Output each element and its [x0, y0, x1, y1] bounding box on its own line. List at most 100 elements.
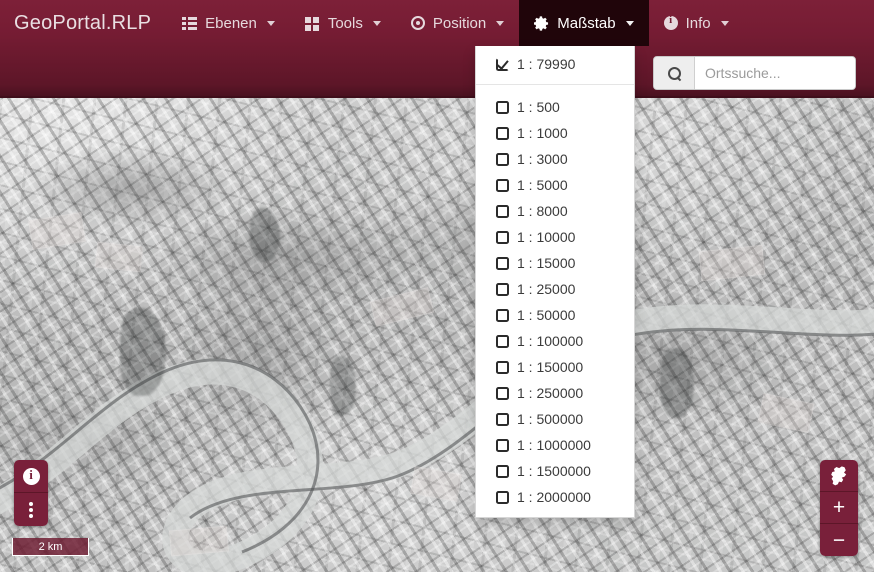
nav-item-label: Tools	[327, 14, 363, 32]
map-field-patch	[168, 525, 230, 557]
chevron-down-icon	[372, 20, 381, 26]
square-icon	[496, 204, 509, 218]
nav-item-label: Ebenen	[205, 14, 257, 32]
vertical-dots-icon	[29, 501, 33, 518]
chevron-down-icon	[496, 20, 505, 26]
nav-item-massstab[interactable]: Maßstab	[519, 0, 649, 46]
brand-title[interactable]: GeoPortal.RLP	[0, 0, 167, 46]
square-icon	[496, 308, 509, 322]
square-icon	[496, 438, 509, 452]
nav-item-tools[interactable]: Tools	[290, 0, 396, 46]
search-input[interactable]	[695, 57, 855, 89]
scale-option-label: 1 : 15000	[517, 255, 576, 271]
map-field-patch	[94, 241, 144, 273]
scale-option-100000[interactable]: 1 : 100000	[476, 328, 634, 354]
scalebar-label: 2 km	[38, 540, 63, 553]
geoportal-app: GeoPortal.RLP Ebenen Tools Position Maßs…	[0, 0, 874, 572]
scale-option-1000000[interactable]: 1 : 1000000	[476, 432, 634, 458]
map-more-options-button[interactable]	[14, 493, 48, 526]
scale-option-label: 1 : 100000	[517, 333, 584, 349]
menu-divider	[476, 84, 634, 85]
map-shadow-patch	[660, 348, 694, 418]
scale-option-5000[interactable]: 1 : 5000	[476, 172, 634, 198]
square-icon	[496, 100, 509, 114]
gear-icon	[534, 15, 549, 31]
minus-icon: −	[832, 528, 846, 552]
map-shadow-patch	[330, 356, 356, 416]
scale-option-label: 1 : 10000	[517, 229, 576, 245]
scale-dropdown-menu: 1 : 79990 1 : 500 1 : 1000 1 : 3000 1 : …	[475, 46, 635, 518]
nav-item-info[interactable]: Info	[649, 0, 744, 46]
scale-option-2000000[interactable]: 1 : 2000000	[476, 484, 634, 510]
nav-item-ebenen[interactable]: Ebenen	[167, 0, 290, 46]
scale-option-label: 1 : 1000000	[517, 437, 591, 453]
square-icon	[496, 386, 509, 400]
plus-icon: +	[832, 496, 846, 519]
scale-option-label: 1 : 500000	[517, 411, 584, 427]
square-icon	[496, 334, 509, 348]
search-button[interactable]	[654, 57, 695, 89]
square-icon	[496, 282, 509, 296]
nav-item-position[interactable]: Position	[396, 0, 519, 46]
square-icon	[496, 412, 509, 426]
scale-option-label: 1 : 1000	[517, 125, 568, 141]
scale-option-500[interactable]: 1 : 500	[476, 94, 634, 120]
square-icon	[496, 178, 509, 192]
map-zoom-controls: + −	[820, 460, 858, 556]
scale-option-150000[interactable]: 1 : 150000	[476, 354, 634, 380]
scale-option-label: 1 : 150000	[517, 359, 584, 375]
map-shadow-patch	[120, 308, 166, 396]
scale-option-current[interactable]: 1 : 79990	[476, 51, 634, 77]
target-icon	[410, 16, 425, 30]
scale-option-10000[interactable]: 1 : 10000	[476, 224, 634, 250]
nav-item-label: Maßstab	[557, 14, 616, 32]
chevron-down-icon	[266, 20, 275, 26]
chevron-down-icon	[625, 20, 634, 26]
scale-option-label: 1 : 3000	[517, 151, 568, 167]
square-icon	[496, 490, 509, 504]
scale-option-500000[interactable]: 1 : 500000	[476, 406, 634, 432]
info-icon	[663, 14, 678, 30]
scale-option-3000[interactable]: 1 : 3000	[476, 146, 634, 172]
map-scalebar: 2 km	[12, 538, 89, 556]
scale-option-50000[interactable]: 1 : 50000	[476, 302, 634, 328]
search-icon	[667, 66, 681, 80]
map-left-controls	[14, 460, 48, 526]
scale-option-label: 1 : 50000	[517, 307, 576, 323]
navbar: GeoPortal.RLP Ebenen Tools Position Maßs…	[0, 0, 874, 98]
scale-option-8000[interactable]: 1 : 8000	[476, 198, 634, 224]
nav-item-label: Info	[685, 14, 711, 32]
map-info-button[interactable]	[14, 460, 48, 493]
square-icon	[496, 126, 509, 140]
scale-option-250000[interactable]: 1 : 250000	[476, 380, 634, 406]
place-search-group	[653, 56, 856, 90]
scale-option-label: 1 : 250000	[517, 385, 584, 401]
square-icon	[496, 256, 509, 270]
scale-option-label: 1 : 5000	[517, 177, 568, 193]
square-icon	[496, 360, 509, 374]
scale-option-label: 1 : 2000000	[517, 489, 591, 505]
scale-option-label: 1 : 79990	[517, 56, 576, 72]
scale-option-15000[interactable]: 1 : 15000	[476, 250, 634, 276]
list-icon	[182, 16, 198, 30]
chevron-down-icon	[720, 20, 729, 26]
rlp-extent-icon	[828, 465, 850, 486]
map-shadow-patch	[250, 208, 280, 262]
zoom-in-button[interactable]: +	[820, 492, 858, 524]
scale-option-label: 1 : 25000	[517, 281, 576, 297]
scale-option-1500000[interactable]: 1 : 1500000	[476, 458, 634, 484]
scale-option-label: 1 : 8000	[517, 203, 568, 219]
scale-option-25000[interactable]: 1 : 25000	[476, 276, 634, 302]
check-square-icon	[496, 57, 509, 71]
zoom-to-extent-button[interactable]	[820, 460, 858, 492]
square-icon	[496, 152, 509, 166]
nav-item-label: Position	[432, 14, 487, 32]
scale-option-label: 1 : 1500000	[517, 463, 591, 479]
grid-icon	[304, 16, 320, 31]
square-icon	[496, 230, 509, 244]
map-canvas[interactable]	[0, 98, 874, 572]
square-icon	[496, 464, 509, 478]
navbar-items: GeoPortal.RLP Ebenen Tools Position Maßs…	[0, 0, 744, 46]
zoom-out-button[interactable]: −	[820, 524, 858, 556]
scale-option-1000[interactable]: 1 : 1000	[476, 120, 634, 146]
